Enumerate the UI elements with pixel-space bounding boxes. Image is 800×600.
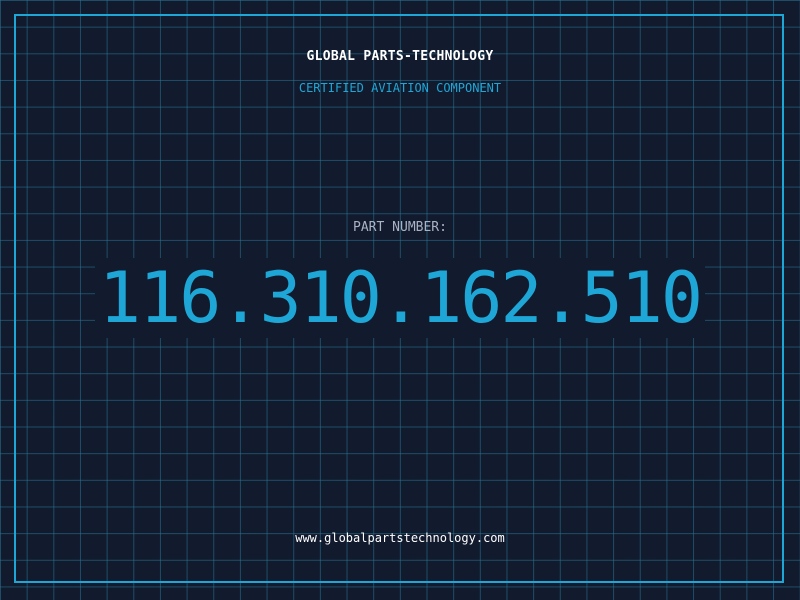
part-label-card: GLOBAL PARTS-TECHNOLOGY CERTIFIED AVIATI… [0, 0, 800, 600]
part-number-container: 116.310.162.510 [0, 258, 800, 338]
part-number-label: PART NUMBER: [353, 220, 447, 235]
company-name: GLOBAL PARTS-TECHNOLOGY [306, 49, 494, 64]
certification-tagline: CERTIFIED AVIATION COMPONENT [298, 81, 502, 95]
website-url: www.globalpartstechnology.com [295, 531, 505, 545]
part-number-value: 116.310.162.510 [94, 258, 706, 338]
